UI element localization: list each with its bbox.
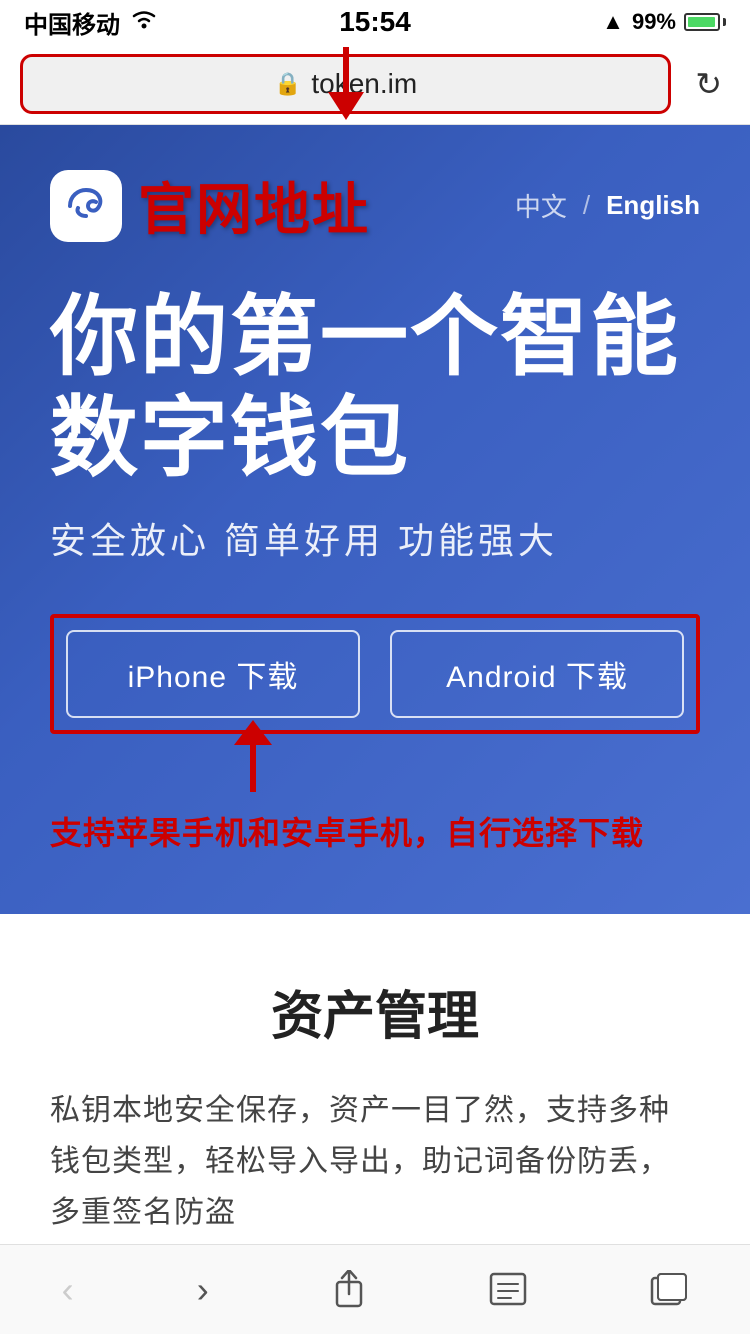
lang-chinese[interactable]: 中文	[515, 187, 567, 224]
status-right: ▲ 99%	[602, 9, 726, 35]
wifi-icon	[130, 8, 158, 36]
lang-switcher: 中文 / English	[515, 187, 700, 224]
button-arrow-annotation	[50, 742, 700, 792]
url-arrow-annotation	[328, 47, 364, 120]
forward-button[interactable]: ›	[177, 1259, 229, 1321]
url-bar[interactable]: 🔒 token.im	[20, 54, 671, 114]
site-title: 官网地址	[138, 165, 370, 246]
page-wrapper: 官网地址 中文 / English 你的第一个智能数字钱包 安全放心 简单好用 …	[0, 125, 750, 1278]
hero-title: 你的第一个智能数字钱包	[50, 286, 700, 488]
iphone-download-button[interactable]: iPhone 下载	[66, 630, 360, 718]
logo-icon	[50, 170, 122, 242]
content-section: 资产管理 私钥本地安全保存，资产一目了然，支持多种钱包类型，轻松导入导出，助记词…	[0, 914, 750, 1278]
back-button[interactable]: ‹	[42, 1259, 94, 1321]
lang-divider: /	[583, 190, 590, 221]
lock-icon: 🔒	[274, 71, 301, 97]
annotation-text: 支持苹果手机和安卓手机，自行选择下载	[50, 808, 700, 854]
refresh-button[interactable]: ↻	[687, 57, 730, 111]
carrier-text: 中国移动	[24, 5, 120, 40]
status-bar: 中国移动 15:54 ▲ 99%	[0, 0, 750, 44]
share-button[interactable]	[312, 1260, 386, 1320]
hero-section: 官网地址 中文 / English 你的第一个智能数字钱包 安全放心 简单好用 …	[0, 125, 750, 914]
browser-nav: ‹ ›	[0, 1244, 750, 1334]
logo-area: 官网地址	[50, 165, 370, 246]
download-buttons-wrapper: iPhone 下载 Android 下载	[50, 614, 700, 734]
location-icon: ▲	[602, 9, 624, 35]
status-left: 中国移动	[24, 5, 158, 40]
section-title: 资产管理	[50, 974, 700, 1049]
site-header: 官网地址 中文 / English	[50, 165, 700, 246]
browser-bar: 🔒 token.im ↻	[0, 44, 750, 125]
tabs-button[interactable]	[630, 1262, 708, 1318]
battery-percent: 99%	[632, 9, 676, 35]
section-body: 私钥本地安全保存，资产一目了然，支持多种钱包类型，轻松导入导出，助记词备份防丢，…	[50, 1085, 700, 1238]
lang-english[interactable]: English	[606, 190, 700, 221]
bookmark-button[interactable]	[469, 1262, 547, 1318]
status-time: 15:54	[339, 6, 411, 38]
android-download-button[interactable]: Android 下载	[390, 630, 684, 718]
hero-subtitle: 安全放心 简单好用 功能强大	[50, 512, 700, 564]
battery-indicator	[684, 13, 726, 31]
